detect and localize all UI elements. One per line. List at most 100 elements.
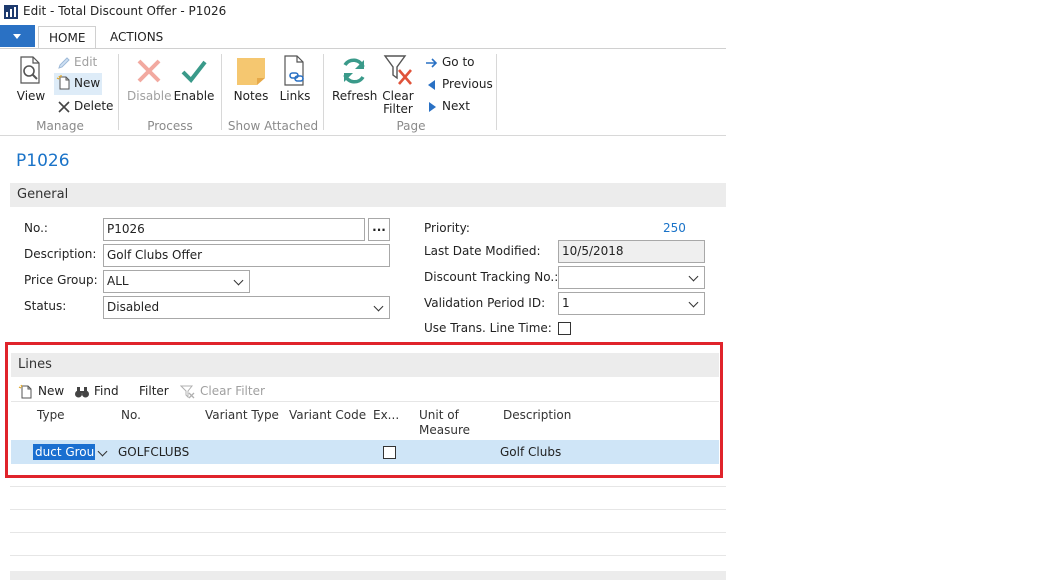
validation-period-select[interactable]: 1: [558, 292, 705, 315]
clear-filter-icon: [383, 55, 412, 85]
ribbon-divider: [496, 54, 497, 130]
disable-label: Disable: [127, 89, 172, 103]
view-icon: [20, 56, 40, 84]
edit-label: Edit: [74, 55, 98, 69]
last-date-modified-label: Last Date Modified:: [424, 244, 541, 258]
last-date-modified-field: 10/5/2018: [558, 240, 705, 263]
column-header-unit-of-measure-1[interactable]: Unit of: [419, 408, 459, 422]
price-group-select[interactable]: ALL: [103, 270, 250, 293]
delete-label: Delete: [74, 99, 114, 113]
status-select[interactable]: Disabled: [103, 296, 390, 319]
lines-clear-filter-button[interactable]: Clear Filter: [180, 382, 265, 402]
disable-x-icon: [137, 59, 161, 83]
use-trans-line-time-label: Use Trans. Line Time:: [424, 321, 552, 335]
divider: [10, 509, 726, 510]
delete-x-icon: [58, 101, 70, 113]
price-group-value: ALL: [107, 274, 129, 288]
lines-filter-button[interactable]: Filter: [139, 382, 179, 402]
previous-button[interactable]: Previous: [424, 75, 494, 95]
section-header-lines[interactable]: Lines: [11, 353, 719, 377]
no-lookup-button[interactable]: ...: [368, 218, 390, 241]
row-no-value[interactable]: GOLFCLUBS: [118, 445, 189, 459]
column-header-unit-of-measure-2[interactable]: Measure: [419, 423, 470, 437]
discount-tracking-select[interactable]: [558, 266, 705, 289]
new-document-icon: [18, 384, 32, 399]
lines-new-label: New: [38, 384, 65, 398]
column-header-variant-type[interactable]: Variant Type: [205, 408, 279, 422]
tab-home[interactable]: HOME: [38, 26, 97, 49]
group-label-page: Page: [396, 119, 426, 133]
new-document-icon: [56, 75, 70, 90]
ribbon-divider: [221, 54, 222, 130]
arrow-right-icon: [426, 58, 438, 68]
no-label: No.:: [24, 221, 48, 235]
application-menu-button[interactable]: [0, 25, 35, 47]
lines-new-button[interactable]: New: [18, 382, 66, 402]
row-type-value[interactable]: duct Group: [33, 444, 95, 460]
next-button[interactable]: Next: [424, 97, 474, 117]
chevron-down-icon: [688, 297, 699, 308]
go-to-label: Go to: [442, 55, 475, 69]
column-header-description[interactable]: Description: [503, 408, 571, 422]
checkmark-icon: [181, 60, 207, 84]
column-header-ex[interactable]: Ex...: [373, 408, 399, 422]
description-field[interactable]: Golf Clubs Offer: [103, 244, 390, 267]
divider: [11, 401, 719, 402]
table-row[interactable]: duct Group GOLFCLUBS Golf Clubs: [11, 440, 719, 464]
column-header-variant-code[interactable]: Variant Code: [289, 408, 366, 422]
chevron-down-icon[interactable]: [97, 446, 108, 457]
go-to-button[interactable]: Go to: [424, 53, 484, 73]
refresh-button[interactable]: Refresh: [332, 53, 378, 105]
refresh-icon: [343, 58, 365, 84]
divider: [10, 486, 726, 487]
use-trans-line-time-checkbox[interactable]: [558, 322, 571, 335]
pencil-icon: [58, 57, 70, 69]
delete-button[interactable]: Delete: [56, 97, 114, 117]
no-field[interactable]: P1026: [103, 218, 365, 241]
enable-label: Enable: [173, 89, 215, 103]
app-icon: [4, 5, 18, 19]
divider: [10, 532, 726, 533]
description-label: Description:: [24, 247, 97, 261]
links-label: Links: [279, 89, 311, 103]
clear-filter-button[interactable]: Clear Filter: [380, 53, 416, 117]
enable-button[interactable]: Enable: [173, 53, 215, 105]
validation-period-label: Validation Period ID:: [424, 296, 546, 310]
triangle-left-icon: [428, 80, 435, 90]
lines-find-label: Find: [94, 384, 119, 398]
status-value: Disabled: [107, 300, 160, 314]
edit-button[interactable]: Edit: [56, 53, 106, 73]
notes-icon: [237, 58, 265, 85]
clear-filter-icon: [180, 385, 195, 399]
links-button[interactable]: Links: [276, 53, 314, 105]
tab-actions[interactable]: ACTIONS: [100, 26, 173, 48]
section-header-general[interactable]: General: [10, 183, 726, 207]
new-button[interactable]: New: [54, 73, 102, 95]
view-button[interactable]: View: [12, 53, 50, 105]
row-description-value[interactable]: Golf Clubs: [500, 445, 561, 459]
column-header-type[interactable]: Type: [37, 408, 65, 422]
discount-tracking-label: Discount Tracking No.:: [424, 270, 559, 284]
window-title: Edit - Total Discount Offer - P1026: [23, 4, 227, 18]
group-label-manage: Manage: [36, 119, 84, 133]
group-label-show-attached: Show Attached: [227, 119, 319, 133]
lines-find-button[interactable]: Find: [74, 382, 124, 402]
chevron-down-icon: [13, 34, 21, 39]
links-icon: [284, 55, 304, 86]
divider: [10, 555, 726, 556]
price-group-label: Price Group:: [24, 273, 98, 287]
chevron-down-icon: [233, 275, 244, 286]
refresh-label: Refresh: [332, 89, 378, 103]
previous-label: Previous: [442, 77, 493, 91]
notes-button[interactable]: Notes: [231, 53, 271, 105]
triangle-right-icon: [429, 102, 436, 112]
column-header-no[interactable]: No.: [121, 408, 141, 422]
title-bar: Edit - Total Discount Offer - P1026: [0, 0, 1048, 24]
disable-button[interactable]: Disable: [127, 53, 172, 105]
group-label-process: Process: [147, 119, 193, 133]
binoculars-icon: [75, 387, 89, 398]
priority-value[interactable]: 250: [663, 221, 686, 235]
chevron-down-icon: [688, 271, 699, 282]
row-ex-checkbox[interactable]: [383, 446, 396, 459]
next-section-header[interactable]: [10, 571, 726, 580]
